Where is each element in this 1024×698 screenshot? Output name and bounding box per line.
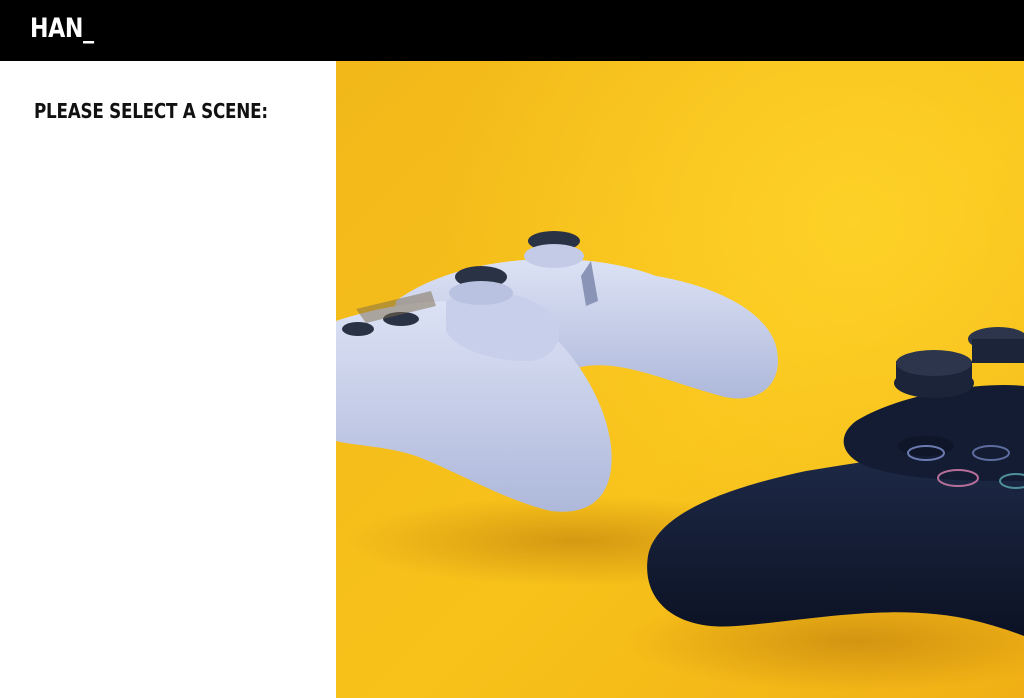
scene-select-prompt: PLEASE SELECT A SCENE: <box>34 99 268 123</box>
sidebar: PLEASE SELECT A SCENE: <box>0 61 336 698</box>
scene-image <box>336 61 1024 698</box>
top-bar: HAN_ <box>0 0 1024 61</box>
game-controllers-photo-icon <box>336 61 1024 698</box>
logo: HAN_ <box>30 13 94 44</box>
